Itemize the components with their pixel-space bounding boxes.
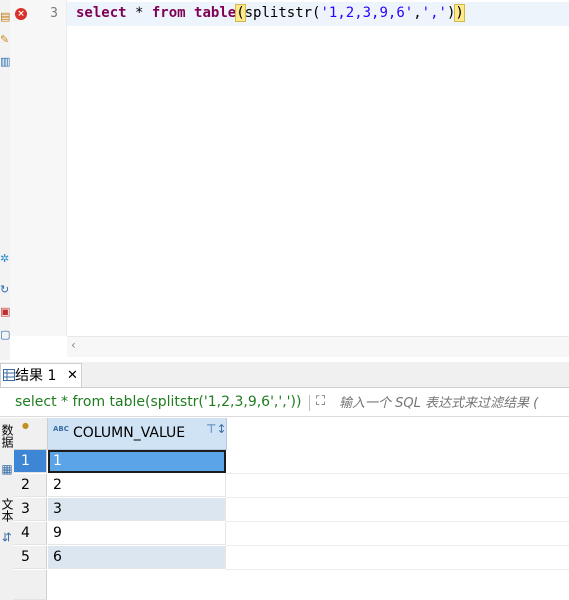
lock-icon[interactable]: ▣ [0, 305, 10, 319]
database-icon[interactable]: ▤ [0, 10, 10, 24]
sort-filter-icon[interactable]: ⊤↕ [206, 422, 227, 436]
close-icon[interactable]: ✕ [67, 364, 78, 388]
query-filter-bar: select * from table(splitstr('1,2,3,9,6'… [0, 390, 569, 417]
editor-gutter: × 3 [10, 0, 67, 336]
row-number[interactable]: 3 [14, 498, 47, 521]
view-tab-data[interactable]: 数据 [0, 424, 14, 448]
string-literal-separator: ',' [421, 5, 447, 21]
row-divider [226, 521, 569, 522]
refresh-icon[interactable]: ↻ [0, 283, 10, 297]
result-grid[interactable]: ● ABC COLUMN_VALUE ⊤↕ 1 1 2 2 3 3 4 9 5 … [14, 418, 569, 600]
sql-code-line[interactable]: select * from table(splitstr('1,2,3,9,6'… [76, 4, 465, 22]
row-number-empty [14, 570, 47, 600]
results-tab-bar: 结果 1 ✕ [0, 362, 569, 388]
divider [309, 395, 310, 411]
keyword-from: from [151, 5, 186, 21]
table-cell[interactable]: 6 [48, 546, 226, 569]
editor-horizontal-scrollbar[interactable]: ‹ [67, 336, 569, 357]
view-tab-text[interactable]: 文本 [0, 498, 14, 522]
script-icon[interactable]: ▥ [0, 55, 10, 69]
sql-editor[interactable]: × 3 select * from table(splitstr('1,2,3,… [10, 0, 569, 336]
column-header-label: COLUMN_VALUE [73, 425, 186, 441]
row-divider [226, 473, 569, 474]
table-cell[interactable]: 9 [48, 522, 226, 545]
executed-query-text: select * from table(splitstr('1,2,3,9,6'… [15, 394, 302, 410]
row-number[interactable]: 4 [14, 522, 47, 545]
code-star: * [126, 5, 152, 21]
scroll-left-arrow-icon[interactable]: ‹ [71, 338, 76, 352]
row-divider [226, 569, 569, 570]
string-type-icon: ABC [53, 425, 69, 433]
keyword-table: table [194, 5, 237, 21]
column-header-column-value[interactable]: ABC COLUMN_VALUE ⊤↕ [48, 418, 227, 450]
grid-icon [3, 369, 15, 381]
matched-open-paren: ( [235, 4, 246, 22]
grid-view-icon[interactable]: ▦ [0, 462, 14, 476]
filter-expand-icon[interactable]: ⛶ [316, 394, 334, 412]
filter-input[interactable] [339, 393, 569, 413]
grid-corner[interactable]: ● [14, 418, 48, 450]
table-cell[interactable]: 3 [48, 498, 226, 521]
string-literal-values: '1,2,3,9,6' [320, 5, 414, 21]
keyword-select: select [76, 5, 127, 21]
code-comma: , [413, 5, 422, 21]
tab-result-1[interactable]: 结果 1 ✕ [0, 363, 82, 387]
lock-icon: ● [22, 421, 29, 430]
sql-editor-icon[interactable]: ✎ [0, 33, 10, 47]
left-toolbar: ▤ ✎ ▥ ✲ ↻ ▣ ▢ [0, 0, 10, 360]
gear-icon[interactable]: ✲ [0, 252, 10, 266]
document-icon[interactable]: ▢ [0, 328, 10, 342]
row-divider [226, 497, 569, 498]
matched-close-paren: ) [454, 4, 465, 22]
table-cell[interactable]: 2 [48, 474, 226, 497]
text-view-icon[interactable]: ⇆ [0, 532, 14, 542]
results-view-switcher: 数据 ▦ 文本 ⇆ [0, 418, 15, 600]
row-number[interactable]: 1 [14, 450, 47, 473]
table-cell[interactable]: 1 [48, 450, 226, 473]
row-divider [226, 545, 569, 546]
row-number[interactable]: 2 [14, 474, 47, 497]
line-number: 3 [50, 6, 58, 21]
error-icon[interactable]: × [15, 8, 27, 20]
code-function: splitstr( [244, 5, 321, 21]
row-number[interactable]: 5 [14, 546, 47, 569]
tab-label: 结果 1 [15, 368, 57, 384]
